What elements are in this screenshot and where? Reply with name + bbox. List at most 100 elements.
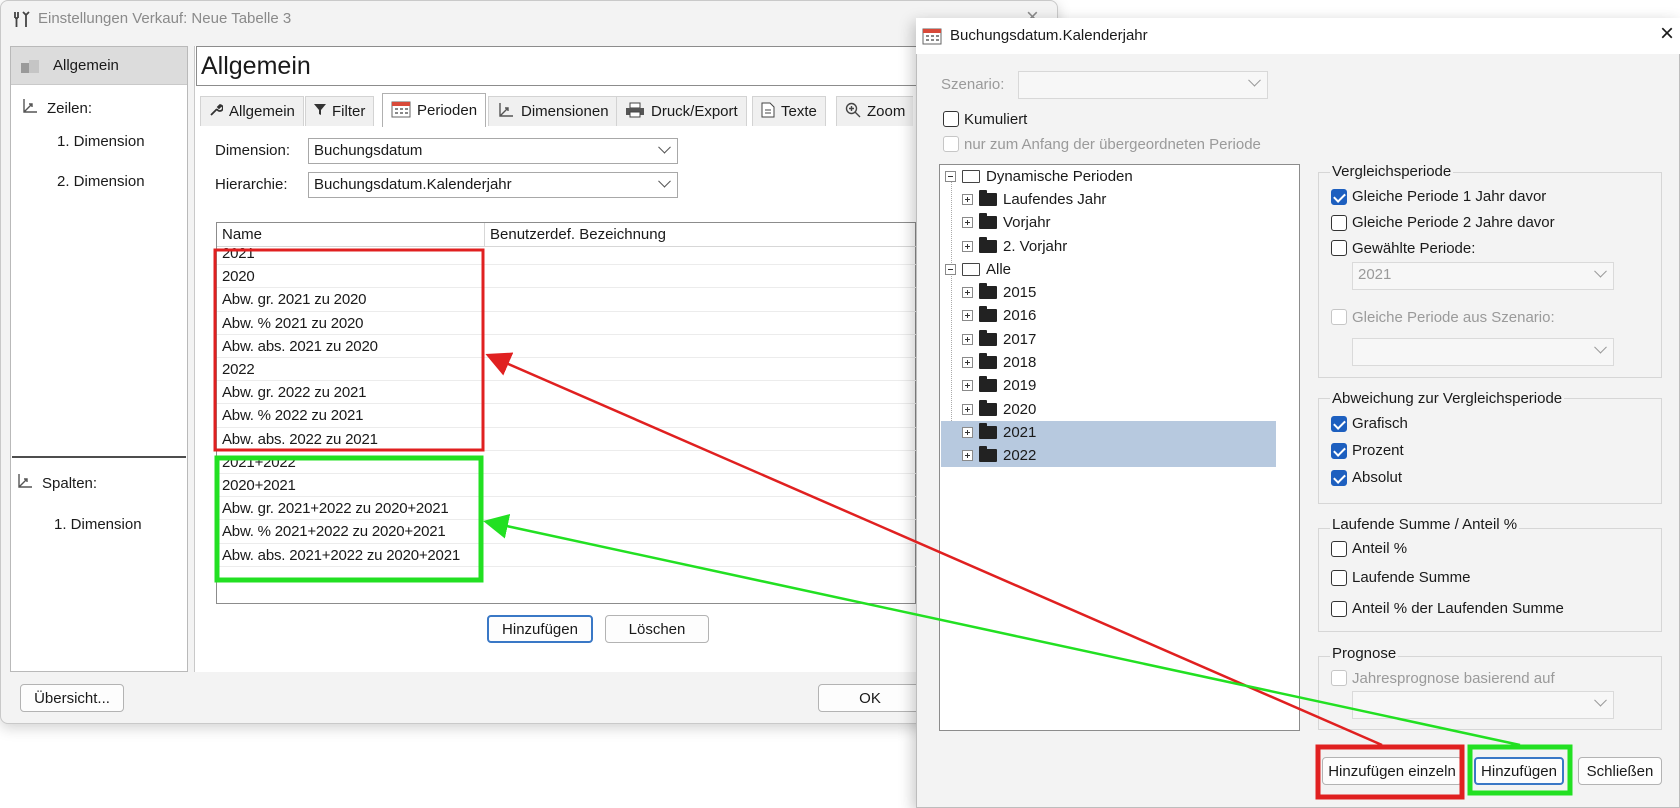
dialog-close-text-button[interactable]: Schließen bbox=[1578, 757, 1662, 785]
nav-section-columns[interactable]: Spalten: bbox=[16, 472, 97, 494]
table-row[interactable]: Abw. abs. 2021 zu 2020 bbox=[217, 335, 917, 358]
grid-header-custom-name[interactable]: Benutzerdef. Bezeichnung bbox=[490, 226, 666, 243]
tree-node-all[interactable]: Alle bbox=[945, 258, 1011, 281]
nav-item-allgemein[interactable]: Allgemein bbox=[11, 47, 187, 85]
tree-node-label: 2019 bbox=[1003, 377, 1037, 395]
tree-node-label: 2018 bbox=[1003, 353, 1037, 371]
running-sum-checkbox[interactable] bbox=[1331, 570, 1347, 586]
absolute-checkbox[interactable] bbox=[1331, 470, 1347, 486]
absolute-label: Absolut bbox=[1352, 469, 1403, 486]
dimension-select[interactable]: Buchungsdatum bbox=[308, 138, 678, 164]
table-cell-name: Abw. abs. 2021+2022 zu 2020+2021 bbox=[222, 546, 460, 564]
chevron-down-icon bbox=[1248, 73, 1261, 87]
open-folder-icon bbox=[962, 263, 980, 276]
general-icon bbox=[20, 58, 40, 74]
expand-icon bbox=[962, 356, 973, 368]
tab-druck-export[interactable]: Druck/Export bbox=[616, 96, 747, 126]
tree-node[interactable]: Laufendes Jahr bbox=[962, 188, 1106, 211]
tree-node[interactable]: 2016 bbox=[962, 304, 1036, 327]
tab-allgemein[interactable]: Allgemein bbox=[200, 96, 304, 126]
chosen-period-checkbox[interactable] bbox=[1331, 240, 1347, 256]
overview-button[interactable]: Übersicht... bbox=[20, 684, 124, 712]
tab-filter[interactable]: Filter bbox=[305, 96, 375, 126]
same-1y-checkbox[interactable] bbox=[1331, 189, 1347, 205]
table-row[interactable]: Abw. gr. 2021+2022 zu 2020+2021 bbox=[217, 497, 917, 521]
table-row[interactable]: Abw. gr. 2022 zu 2021 bbox=[217, 381, 917, 405]
share-running-sum-checkbox[interactable] bbox=[1331, 601, 1347, 617]
same-2y-label: Gleiche Periode 2 Jahre davor bbox=[1352, 214, 1555, 231]
nav-rows-label: Zeilen: bbox=[47, 99, 93, 117]
table-row[interactable]: Abw. % 2022 zu 2021 bbox=[217, 404, 917, 428]
table-row[interactable]: Abw. % 2021+2022 zu 2020+2021 bbox=[217, 520, 917, 544]
add-single-button[interactable]: Hinzufügen einzeln bbox=[1322, 757, 1462, 785]
percent-checkbox[interactable] bbox=[1331, 443, 1347, 459]
hierarchy-select[interactable]: Buchungsdatum.Kalenderjahr bbox=[308, 172, 678, 198]
table-row[interactable]: 2021 bbox=[217, 242, 917, 266]
table-row[interactable]: 2020 bbox=[217, 265, 917, 289]
tree-node[interactable]: 2020 bbox=[962, 398, 1036, 421]
chosen-period-select[interactable]: 2021 bbox=[1352, 262, 1614, 290]
chevron-down-icon bbox=[658, 174, 671, 188]
table-cell-name: 2020 bbox=[222, 268, 255, 286]
dialog-add-button[interactable]: Hinzufügen bbox=[1474, 757, 1564, 785]
tree-node[interactable]: 2022 bbox=[941, 444, 1276, 468]
cumulative-checkbox[interactable] bbox=[943, 111, 959, 127]
tab-perioden-label: Perioden bbox=[417, 102, 478, 119]
graphic-label: Grafisch bbox=[1352, 415, 1408, 432]
nav-divider bbox=[12, 456, 186, 458]
compare-group-title: Vergleichsperiode bbox=[1330, 163, 1454, 180]
nav-rows-dimension-2[interactable]: 2. Dimension bbox=[11, 171, 187, 211]
scenario-same-checkbox[interactable] bbox=[1331, 309, 1347, 325]
table-row[interactable]: 2020+2021 bbox=[217, 474, 917, 498]
tree-node[interactable]: 2015 bbox=[962, 281, 1036, 304]
table-row[interactable]: 2022 bbox=[217, 358, 917, 382]
tab-dimensionen[interactable]: Dimensionen bbox=[488, 96, 618, 126]
table-row[interactable]: Abw. abs. 2021+2022 zu 2020+2021 bbox=[217, 544, 917, 567]
tree-node[interactable]: 2018 bbox=[962, 351, 1036, 374]
share-checkbox[interactable] bbox=[1331, 541, 1347, 557]
tree-node[interactable]: 2. Vorjahr bbox=[962, 235, 1067, 258]
tab-zoom[interactable]: Zoom bbox=[836, 96, 914, 126]
axis-icon bbox=[21, 97, 39, 119]
hierarchy-label: Hierarchie: bbox=[215, 176, 288, 193]
table-row[interactable]: Abw. abs. 2022 zu 2021 bbox=[217, 428, 917, 451]
folder-icon bbox=[979, 283, 997, 299]
chevron-down-icon bbox=[1594, 264, 1607, 278]
tree-node[interactable]: 2019 bbox=[962, 374, 1036, 397]
ok-button[interactable]: OK bbox=[818, 684, 922, 712]
add-button[interactable]: Hinzufügen bbox=[487, 615, 593, 643]
delete-button[interactable]: Löschen bbox=[605, 615, 709, 643]
forecast-checkbox[interactable] bbox=[1331, 670, 1347, 686]
tab-texte[interactable]: Texte bbox=[752, 96, 826, 126]
tree-node-dynamic[interactable]: Dynamische Perioden bbox=[945, 165, 1133, 188]
same-2y-checkbox[interactable] bbox=[1331, 215, 1347, 231]
graphic-checkbox[interactable] bbox=[1331, 416, 1347, 432]
table-cell-name: Abw. abs. 2022 zu 2021 bbox=[222, 430, 378, 448]
table-row[interactable]: Abw. gr. 2021 zu 2020 bbox=[217, 288, 917, 312]
tree-node[interactable]: 2021 bbox=[941, 420, 1276, 444]
tab-perioden[interactable]: Perioden bbox=[382, 93, 487, 127]
dialog-close-button[interactable]: × bbox=[1660, 20, 1674, 48]
period-tree[interactable]: Dynamische Perioden Laufendes Jahr Vorjah… bbox=[939, 164, 1300, 731]
tree-node-label: 2015 bbox=[1003, 284, 1037, 301]
forecast-select[interactable] bbox=[1352, 691, 1614, 719]
expand-icon bbox=[962, 217, 973, 229]
expand-icon bbox=[962, 310, 973, 322]
start-parent-checkbox[interactable] bbox=[943, 136, 959, 152]
wrench-icon bbox=[209, 103, 224, 121]
scenario-same-select[interactable] bbox=[1352, 338, 1614, 366]
tree-node-dynamic-label: Dynamische Perioden bbox=[986, 168, 1133, 185]
tree-node[interactable]: 2017 bbox=[962, 328, 1036, 351]
nav-columns-dimension-1[interactable]: 1. Dimension bbox=[54, 516, 142, 533]
share-label: Anteil % bbox=[1352, 540, 1408, 557]
grid-header-name[interactable]: Name bbox=[222, 226, 262, 243]
table-row[interactable]: Abw. % 2021 zu 2020 bbox=[217, 312, 917, 335]
periods-grid[interactable]: Name Benutzerdef. Bezeichnung 2021 2020 Ab… bbox=[216, 222, 917, 604]
table-row[interactable]: 2021+2022 bbox=[217, 451, 917, 474]
nav-rows-dimension-1[interactable]: 1. Dimension bbox=[11, 131, 187, 171]
nav-section-rows[interactable]: Zeilen: bbox=[11, 85, 187, 131]
folder-icon bbox=[979, 329, 997, 346]
scenario-select[interactable] bbox=[1018, 71, 1268, 99]
tree-node[interactable]: Vorjahr bbox=[962, 211, 1051, 234]
table-cell-name: Abw. % 2021+2022 zu 2020+2021 bbox=[222, 523, 446, 541]
